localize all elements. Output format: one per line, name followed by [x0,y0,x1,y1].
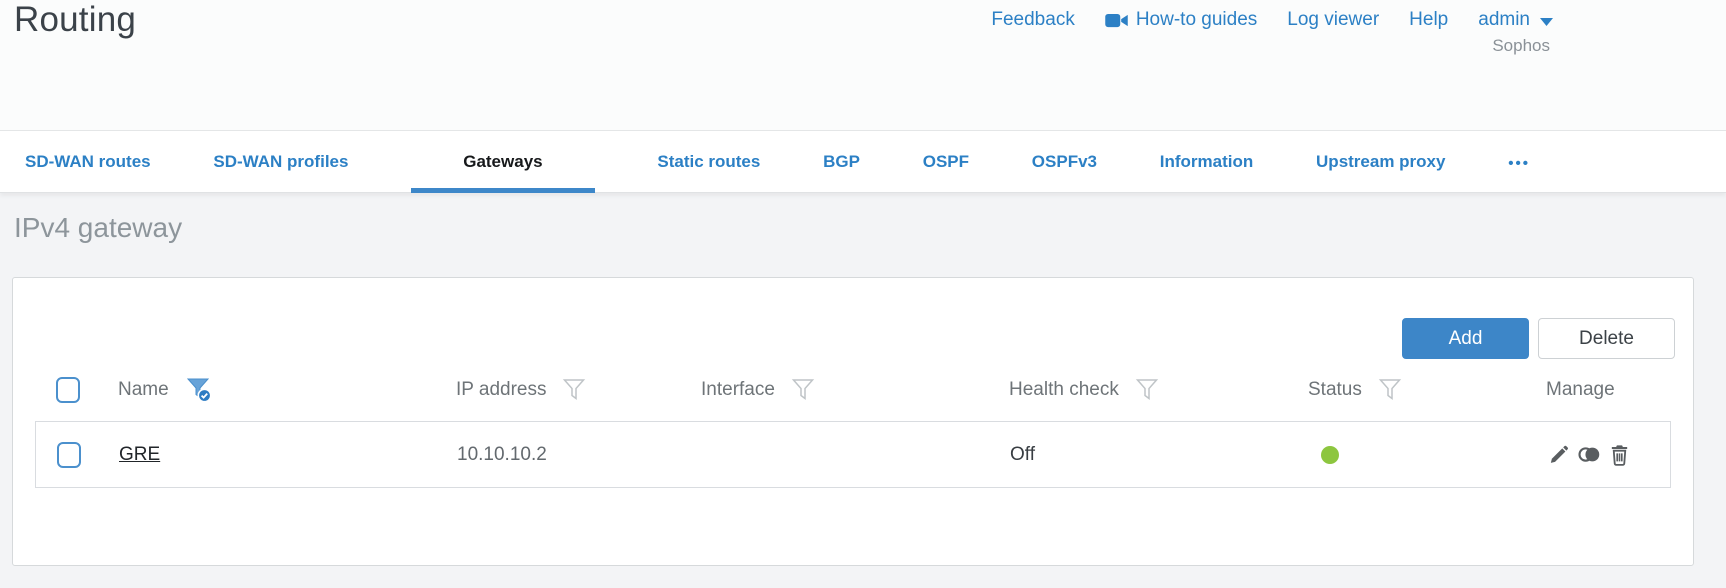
row-select-cell [36,422,106,487]
clone-icon[interactable] [1577,443,1601,466]
tab-sd-wan-routes[interactable]: SD-WAN routes [25,131,151,192]
tabs-overflow-button[interactable]: ••• [1508,131,1530,192]
log-viewer-link[interactable]: Log viewer [1287,9,1379,31]
interface-value [689,422,997,487]
select-all-checkbox[interactable] [56,376,80,403]
row-checkbox[interactable] [57,441,81,468]
column-interface-label: Interface [701,378,775,400]
filter-icon[interactable] [562,378,586,401]
tab-bar: SD-WAN routes SD-WAN profiles Gateways S… [0,130,1726,193]
video-camera-icon [1105,13,1128,28]
name-cell: GRE [106,422,444,487]
edit-icon[interactable] [1547,443,1570,466]
filter-active-icon[interactable] [185,377,213,403]
column-name: Name [105,358,443,421]
filter-icon[interactable] [791,378,815,401]
status-up-indicator [1321,445,1339,464]
select-all-cell [35,358,105,421]
tab-upstream-proxy[interactable]: Upstream proxy [1316,131,1445,192]
feedback-link[interactable]: Feedback [991,9,1074,31]
tab-gateways[interactable]: Gateways [411,131,596,193]
column-manage-label: Manage [1546,378,1615,400]
caret-down-icon [1540,17,1553,26]
delete-icon[interactable] [1608,443,1631,467]
column-health-check-label: Health check [1009,378,1119,400]
column-manage: Manage [1533,358,1671,421]
how-to-guides-link[interactable]: How-to guides [1105,9,1257,31]
add-button[interactable]: Add [1402,318,1529,359]
tab-bgp[interactable]: BGP [823,131,860,192]
health-check-value: Off [1010,443,1035,465]
column-name-label: Name [118,378,169,400]
ipv4-gateway-panel: Add Delete Name IP address Interface Hea… [12,277,1694,566]
filter-icon[interactable] [1135,378,1159,401]
how-to-guides-label: How-to guides [1135,9,1258,30]
status-cell [1296,422,1534,487]
tab-ospf[interactable]: OSPF [923,131,969,192]
table-header: Name IP address Interface Health check S… [35,358,1671,421]
column-ip-address: IP address [443,358,688,421]
routing-page: Routing Feedback How-to guides Log viewe… [0,0,1726,588]
admin-label: admin [1478,9,1530,30]
tab-information[interactable]: Information [1160,131,1254,192]
section-title: IPv4 gateway [14,212,183,243]
ip-address-value: 10.10.10.2 [457,443,547,465]
table-row: GRE 10.10.10.2 Off [35,421,1671,488]
tab-ospfv3[interactable]: OSPFv3 [1032,131,1097,192]
column-status: Status [1295,358,1533,421]
top-header: Routing Feedback How-to guides Log viewe… [0,0,1726,130]
admin-menu[interactable]: admin [1478,9,1553,31]
page-title: Routing [14,0,137,39]
tab-static-routes[interactable]: Static routes [657,131,760,192]
filter-icon[interactable] [1378,378,1402,401]
gateway-name-link[interactable]: GRE [119,444,160,466]
manage-cell [1534,422,1670,487]
column-ip-address-label: IP address [456,378,547,400]
header-links: Feedback How-to guides Log viewer Help a… [991,9,1553,31]
help-link[interactable]: Help [1409,9,1448,31]
column-interface: Interface [688,358,996,421]
brand-label: Sophos [1492,36,1550,55]
tab-sd-wan-profiles[interactable]: SD-WAN profiles [213,131,348,192]
column-status-label: Status [1308,378,1362,400]
column-health-check: Health check [996,358,1295,421]
delete-button[interactable]: Delete [1538,318,1675,359]
